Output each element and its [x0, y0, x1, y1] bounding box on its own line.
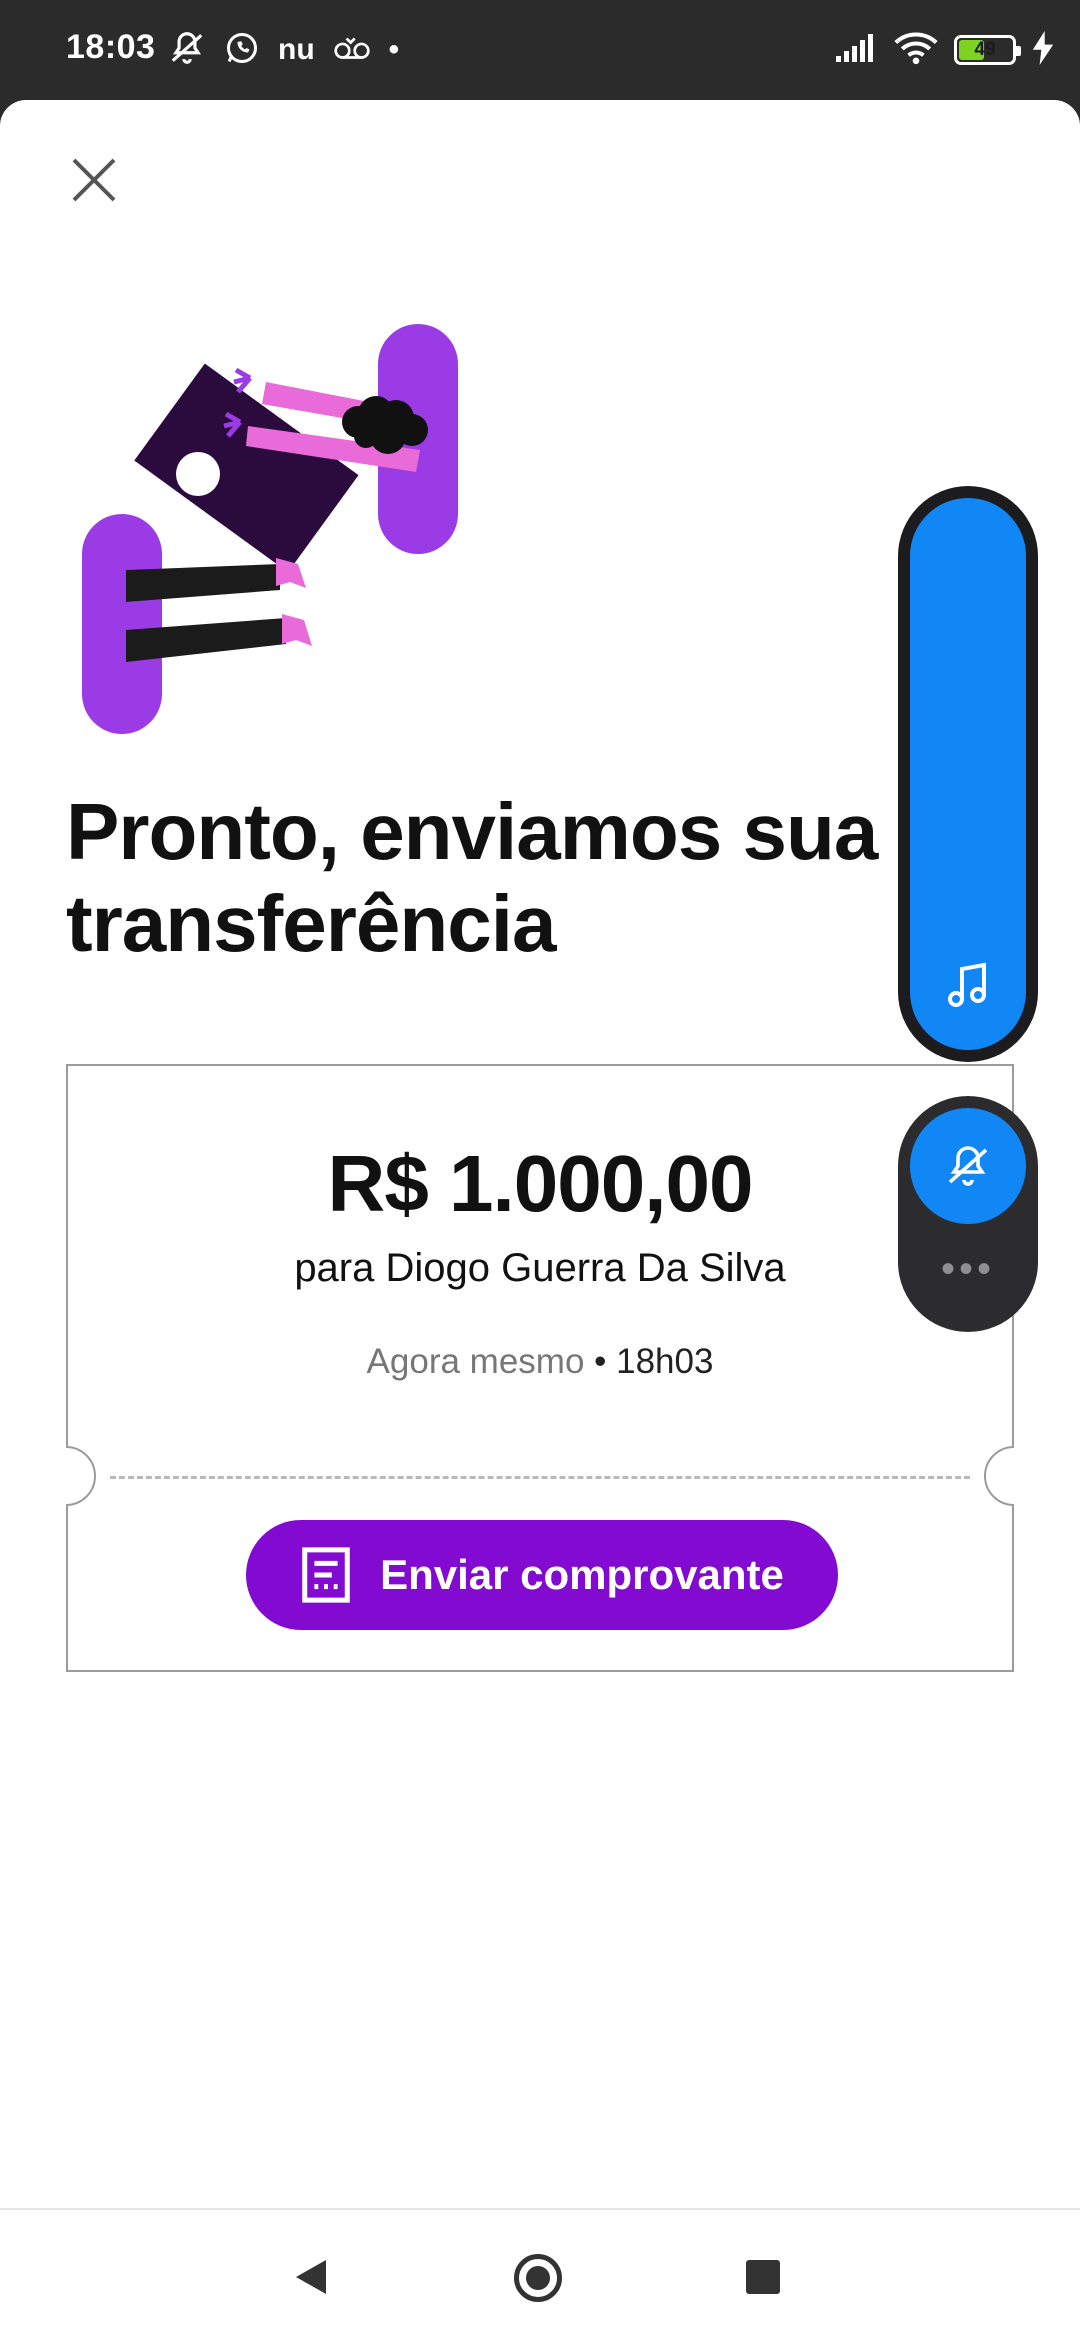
media-volume-slider[interactable] — [898, 486, 1038, 1062]
status-notification-icons: nu • — [168, 28, 399, 72]
home-icon — [526, 2266, 550, 2290]
send-receipt-button[interactable]: Enviar comprovante — [246, 1520, 838, 1630]
bell-off-icon — [948, 1146, 988, 1186]
ringer-mode-button[interactable] — [910, 1108, 1026, 1224]
recents-button[interactable] — [746, 2260, 780, 2294]
close-button[interactable] — [62, 148, 126, 212]
ticket-notch-right — [984, 1446, 1014, 1506]
transfer-timestamp: Agora mesmo • 18h03 — [68, 1342, 1012, 1382]
page-title: Pronto, enviamos sua transferência — [66, 787, 878, 968]
system-nav-bar — [0, 2208, 1080, 2340]
battery-icon: 49 — [954, 35, 1021, 65]
ticket-notch-left — [66, 1446, 96, 1506]
status-system-icons: 49 — [834, 28, 1054, 72]
transfer-amount: R$ 1.000,00 — [327, 1139, 754, 1228]
battery-level-text: 49 — [974, 39, 996, 60]
nubank-icon: nu — [278, 33, 315, 66]
more-volume-options-button[interactable]: ••• — [898, 1249, 1038, 1289]
back-icon — [296, 2260, 326, 2294]
close-icon — [72, 158, 116, 202]
volume-controls: ••• — [898, 1096, 1038, 1332]
transfer-when: Agora mesmo — [366, 1342, 585, 1381]
success-illustration — [82, 324, 458, 734]
ticket-divider — [110, 1476, 970, 1479]
back-button[interactable] — [294, 2258, 328, 2301]
signal-icon — [834, 32, 878, 69]
media-volume-level — [910, 498, 1026, 1050]
voicemail-icon — [333, 33, 371, 68]
charging-icon — [1032, 30, 1054, 70]
receipt-ticket: R$ 1.000,00 para Diogo Guerra Da Silva A… — [66, 1064, 1014, 1672]
battery-cap — [1016, 46, 1021, 56]
music-note-icon — [946, 961, 990, 1014]
mute-icon — [168, 29, 206, 72]
whatsapp-icon — [224, 30, 260, 71]
notification-dot: • — [388, 33, 400, 66]
status-bar: 18:03 nu • 49 — [0, 0, 1080, 100]
transfer-time: 18h03 — [616, 1342, 714, 1381]
send-receipt-label: Enviar comprovante — [380, 1551, 784, 1598]
timestamp-separator: • — [584, 1342, 617, 1381]
receipt-icon — [302, 1547, 350, 1603]
home-button[interactable] — [514, 2254, 562, 2302]
transfer-recipient: para Diogo Guerra Da Silva — [294, 1246, 786, 1290]
status-time: 18:03 — [66, 28, 156, 66]
wifi-icon — [894, 31, 938, 70]
